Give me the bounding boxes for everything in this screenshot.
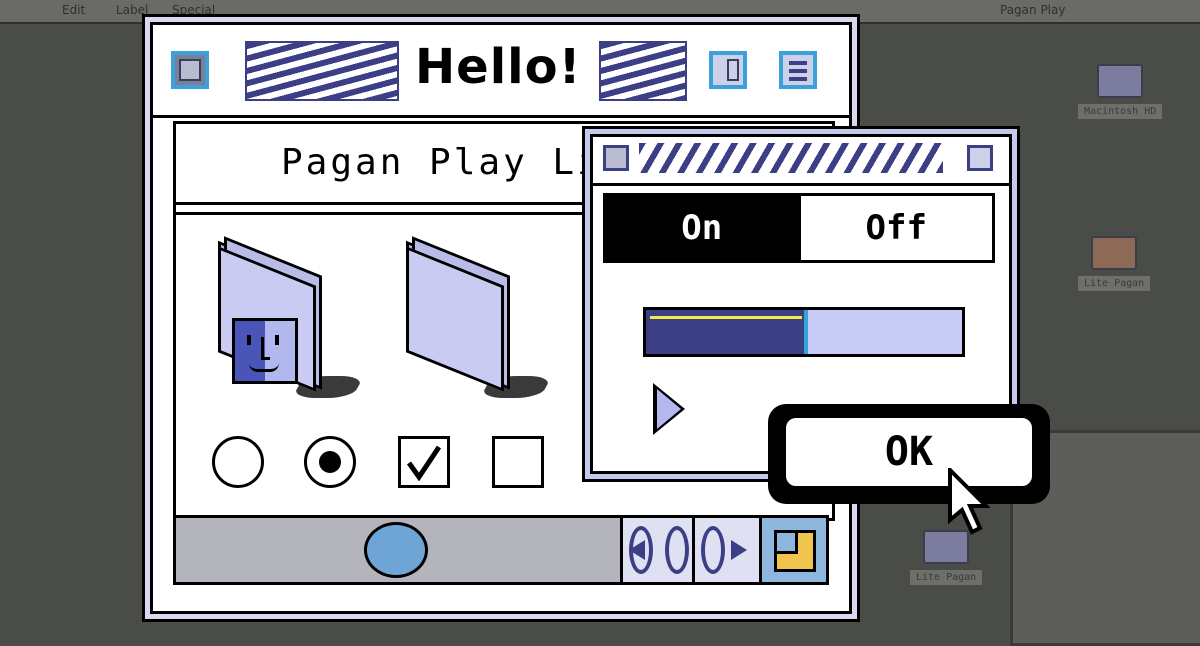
control-menu-button[interactable] bbox=[967, 145, 993, 171]
radio-dot-icon bbox=[319, 451, 341, 473]
window-menu-button[interactable] bbox=[779, 51, 817, 89]
menu-item-edit[interactable]: Edit bbox=[62, 3, 85, 17]
main-window-title: Hello! bbox=[415, 39, 582, 95]
checkbox-checked[interactable] bbox=[398, 436, 450, 488]
control-close-box[interactable] bbox=[603, 145, 629, 171]
header-text: Pagan Play Lit bbox=[281, 142, 627, 183]
zoom-box-icon bbox=[727, 59, 739, 81]
desktop-icon-label: Macintosh HD bbox=[1078, 104, 1163, 119]
title-stripe-left bbox=[245, 41, 399, 101]
ok-button-label: OK bbox=[782, 414, 1036, 490]
scrollbar-thumb[interactable] bbox=[364, 522, 428, 578]
ok-button[interactable]: OK bbox=[768, 404, 1050, 504]
scroll-left-button[interactable] bbox=[620, 518, 695, 582]
desktop-icon-app[interactable]: Lite Pagan bbox=[1078, 236, 1151, 291]
menu-item-label[interactable]: Label bbox=[116, 3, 148, 17]
radio-button-unchecked[interactable] bbox=[212, 436, 264, 488]
hard-disk-icon bbox=[1097, 64, 1144, 98]
horizontal-scrollbar[interactable] bbox=[173, 515, 829, 585]
arrow-cursor-icon bbox=[948, 468, 990, 535]
menubar-status: Pagan Play bbox=[1000, 3, 1066, 17]
on-off-toggle[interactable]: On Off bbox=[603, 193, 995, 263]
radio-button-checked[interactable] bbox=[304, 436, 356, 488]
close-box-button[interactable] bbox=[171, 51, 209, 89]
scroll-right-button[interactable] bbox=[692, 518, 767, 582]
zoom-box-button[interactable] bbox=[709, 51, 747, 89]
desktop-icon-label: Lite Pagan bbox=[1078, 276, 1151, 291]
desktop-icon-hd[interactable]: Macintosh HD bbox=[1078, 64, 1163, 119]
checkbox-unchecked[interactable] bbox=[492, 436, 544, 488]
finder-face-icon bbox=[232, 318, 298, 384]
checkmark-icon bbox=[407, 445, 441, 481]
toggle-off-option[interactable]: Off bbox=[797, 196, 992, 260]
desktop-icon-label: Lite Pagan bbox=[910, 570, 983, 585]
desktop-icon-folder[interactable]: Lite Pagan bbox=[910, 530, 983, 585]
title-stripe-right bbox=[599, 41, 687, 101]
control-window-titlebar[interactable] bbox=[593, 137, 1009, 186]
progress-bar bbox=[643, 307, 965, 357]
toggle-on-option[interactable]: On bbox=[606, 196, 798, 260]
play-icon[interactable] bbox=[657, 389, 681, 429]
menu-item-special[interactable]: Special bbox=[172, 3, 215, 17]
title-stripe bbox=[639, 143, 943, 173]
resize-box-button[interactable] bbox=[759, 518, 826, 582]
app-icon bbox=[1091, 236, 1138, 270]
close-box-icon bbox=[179, 59, 201, 81]
left-arrow-icon bbox=[629, 540, 645, 560]
progress-highlight bbox=[650, 316, 802, 319]
main-window-titlebar[interactable]: Hello! bbox=[153, 25, 849, 118]
right-arrow-icon bbox=[731, 540, 747, 560]
desktop-menubar: Edit Label Special Pagan Play bbox=[0, 0, 1200, 24]
